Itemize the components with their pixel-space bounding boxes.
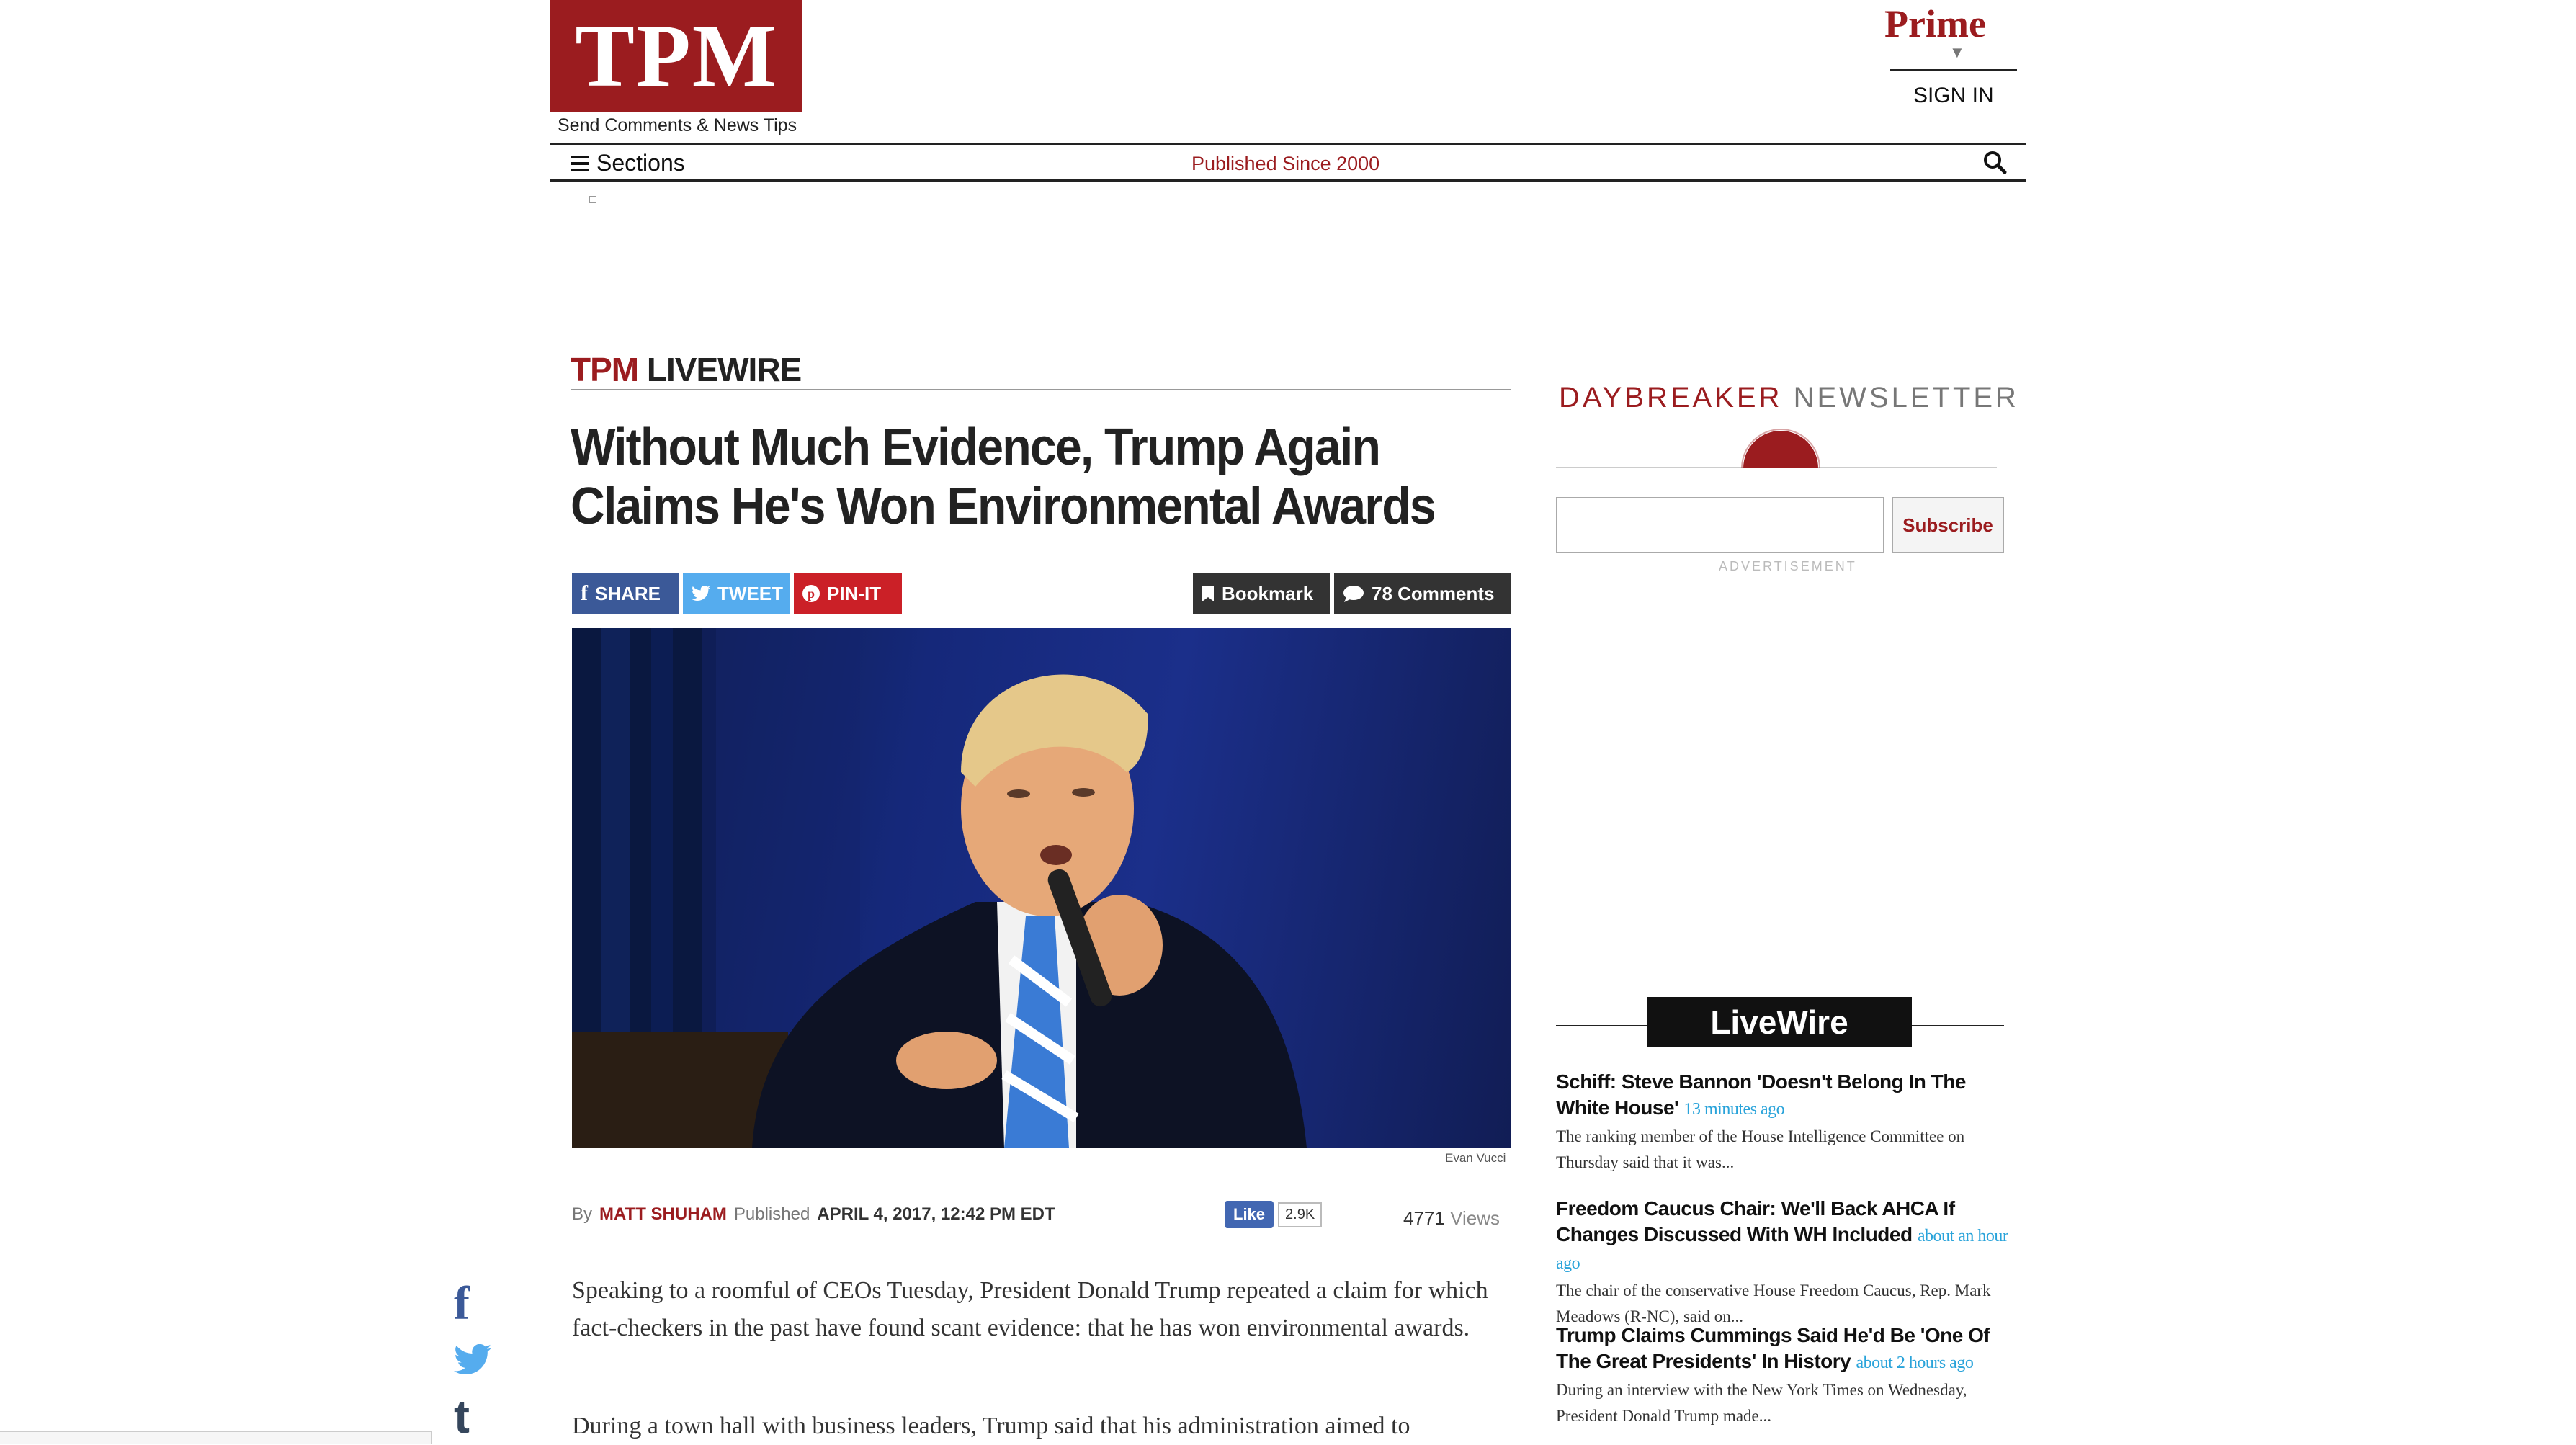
sunrise-icon xyxy=(1741,429,1820,468)
livewire-item-headline[interactable]: Freedom Caucus Chair: We'll Back AHCA If… xyxy=(1556,1196,2014,1276)
kicker-section: LIVEWIRE xyxy=(646,351,802,388)
livewire-item-summary: The ranking member of the House Intellig… xyxy=(1556,1127,1965,1171)
newsletter-word: NEWSLETTER xyxy=(1793,382,2019,413)
byline-by: By xyxy=(572,1204,593,1224)
livewire-item-time: about 2 hours ago xyxy=(1856,1354,1974,1372)
comments-label: 78 Comments xyxy=(1372,582,1495,604)
newsletter-brand: DAYBREAKER xyxy=(1559,382,1783,413)
article-headline: Without Much Evidence, Trump Again Claim… xyxy=(571,419,1436,535)
livewire-rule-right xyxy=(1912,1025,2004,1026)
comment-bubble-icon xyxy=(1343,586,1364,602)
livewire-item[interactable]: Schiff: Steve Bannon 'Doesn't Belong In … xyxy=(1556,1069,2014,1176)
views-label: Views xyxy=(1450,1207,1500,1229)
article-photo xyxy=(572,628,1511,1148)
sections-label: Sections xyxy=(596,150,685,176)
byline: By MATT SHUHAM Published APRIL 4, 2017, … xyxy=(572,1204,1055,1225)
views-number: 4771 xyxy=(1403,1207,1445,1229)
livewire-rule-left xyxy=(1556,1025,1648,1026)
livewire-item-headline[interactable]: Schiff: Steve Bannon 'Doesn't Belong In … xyxy=(1556,1069,2014,1122)
livewire-item-time: 13 minutes ago xyxy=(1683,1100,1785,1119)
view-count: 4771 Views xyxy=(1403,1207,1500,1230)
article-paragraph: During a town hall with business leaders… xyxy=(572,1413,1410,1439)
twitter-icon xyxy=(454,1343,491,1375)
twitter-share-label: TWEET xyxy=(717,582,783,604)
send-tips-link[interactable]: Send Comments & News Tips xyxy=(558,115,797,136)
livewire-item[interactable]: Freedom Caucus Chair: We'll Back AHCA If… xyxy=(1556,1196,2014,1330)
newsletter-email-input[interactable] xyxy=(1556,497,1884,553)
facebook-floating-share[interactable]: f xyxy=(454,1280,490,1328)
sign-in-link[interactable]: SIGN IN xyxy=(1913,84,1994,108)
livewire-heading[interactable]: LiveWire xyxy=(1647,997,1912,1047)
facebook-like-widget[interactable]: Like 2.9K xyxy=(1225,1200,1323,1229)
pinterest-share-button[interactable]: p PIN-IT xyxy=(794,573,902,614)
ad-placeholder-icon xyxy=(589,196,596,203)
prime-logo[interactable]: Prime xyxy=(1884,1,1986,46)
twitter-share-button[interactable]: TWEET xyxy=(683,573,790,614)
tagline: Published Since 2000 xyxy=(1191,153,1380,174)
livewire-item-summary: During an interview with the New York Ti… xyxy=(1556,1381,1967,1425)
pinterest-share-label: PIN-IT xyxy=(827,582,882,604)
tpm-logo[interactable]: TPM xyxy=(550,0,802,112)
advertisement-label: ADVERTISEMENT xyxy=(1719,559,1857,573)
facebook-icon: f xyxy=(454,1277,470,1330)
bookmark-label: Bookmark xyxy=(1222,582,1314,604)
pinterest-icon: p xyxy=(802,585,820,602)
prime-divider xyxy=(1890,69,2017,71)
newsletter-title: DAYBREAKER NEWSLETTER xyxy=(1559,382,2019,414)
tumblr-floating-share[interactable]: t xyxy=(454,1392,490,1440)
facebook-share-button[interactable]: f SHARE xyxy=(572,573,679,614)
kicker-brand: TPM xyxy=(571,351,639,388)
facebook-share-label: SHARE xyxy=(595,582,661,604)
browser-status-bar xyxy=(0,1431,432,1444)
twitter-floating-share[interactable] xyxy=(454,1343,491,1387)
published-label: Published xyxy=(733,1204,810,1224)
tumblr-icon: t xyxy=(454,1390,470,1443)
facebook-like-button[interactable]: Like xyxy=(1225,1201,1274,1228)
livewire-item[interactable]: Trump Claims Cummings Said He'd Be 'One … xyxy=(1556,1323,2014,1429)
sections-menu-button[interactable]: Sections xyxy=(571,150,685,176)
bookmark-icon xyxy=(1202,586,1214,601)
twitter-icon xyxy=(692,586,710,601)
search-icon[interactable] xyxy=(1982,150,2007,174)
photo-credit: Evan Vucci xyxy=(1445,1151,1506,1165)
livewire-item-headline[interactable]: Trump Claims Cummings Said He'd Be 'One … xyxy=(1556,1323,2014,1376)
subscribe-button[interactable]: Subscribe xyxy=(1892,497,2004,553)
section-kicker[interactable]: TPM LIVEWIRE xyxy=(571,350,802,389)
trump-speaking-image xyxy=(572,628,1307,1148)
facebook-icon: f xyxy=(581,581,588,605)
bookmark-button[interactable]: Bookmark xyxy=(1193,573,1330,614)
article-paragraph: Speaking to a roomful of CEOs Tuesday, P… xyxy=(572,1277,1488,1341)
comments-button[interactable]: 78 Comments xyxy=(1334,573,1511,614)
author-link[interactable]: MATT SHUHAM xyxy=(599,1204,727,1225)
kicker-rule xyxy=(571,389,1511,390)
hamburger-icon xyxy=(571,155,589,171)
like-count: 2.9K xyxy=(1278,1202,1323,1227)
publish-date: APRIL 4, 2017, 12:42 PM EDT xyxy=(817,1204,1055,1224)
prime-dropdown-icon[interactable]: ▼ xyxy=(1949,43,1965,62)
